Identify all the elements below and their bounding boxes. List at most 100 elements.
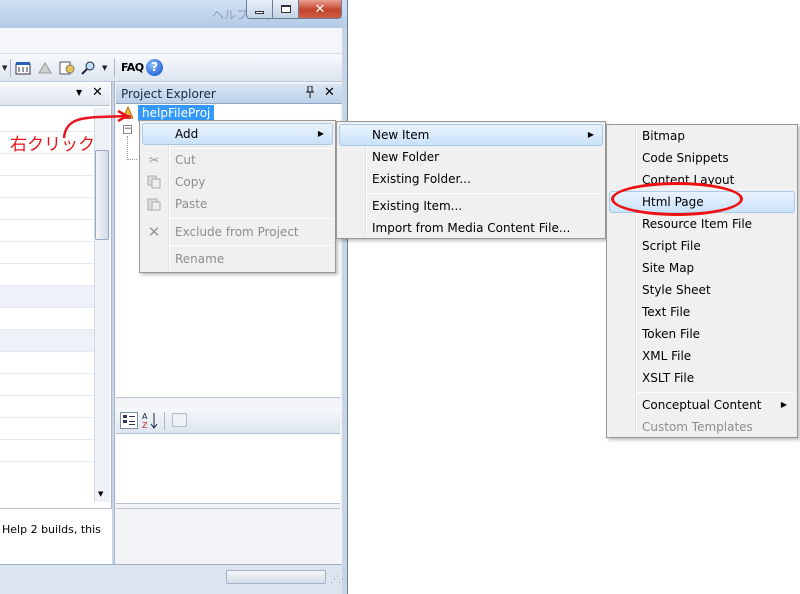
editor-pane-header: ▼ ✕: [0, 84, 110, 106]
scrollbar-thumb[interactable]: [95, 150, 109, 240]
x-icon: ✕: [147, 223, 161, 241]
menu-separator: [170, 245, 332, 246]
menu-item-existing-folder[interactable]: Existing Folder...: [339, 168, 603, 190]
minimize-button[interactable]: [246, 0, 273, 19]
pin-icon[interactable]: [306, 85, 314, 101]
resize-grip-icon[interactable]: ⋰⋰: [330, 575, 347, 585]
menu-item-label: Token File: [642, 327, 701, 341]
toolbar-separator: [10, 59, 11, 77]
menu-item-style-sheet[interactable]: Style Sheet: [609, 279, 795, 301]
menu-item-label: Rename: [175, 252, 225, 266]
menu-item-site-map[interactable]: Site Map: [609, 257, 795, 279]
editor-line: [0, 418, 94, 440]
scroll-down-icon[interactable]: ▼: [98, 490, 103, 498]
description-pane: Help 2 builds, this: [0, 508, 112, 564]
menu-item-code-snippets[interactable]: Code Snippets: [609, 147, 795, 169]
delete-icon[interactable]: [36, 60, 54, 76]
project-explorer-title: Project Explorer: [121, 87, 216, 101]
menu-item-label: Existing Folder...: [372, 172, 471, 186]
minimize-icon: [255, 10, 264, 14]
menu-item-label: New Item: [372, 128, 430, 142]
pane-close-icon[interactable]: ✕: [92, 85, 103, 100]
menu-item-bitmap[interactable]: Bitmap: [609, 125, 795, 147]
menu-item-rename[interactable]: Rename: [142, 248, 333, 270]
menu-item-token-file[interactable]: Token File: [609, 323, 795, 345]
menu-item-label: New Folder: [372, 150, 440, 164]
editor-line: [0, 440, 94, 462]
property-pages-icon[interactable]: [172, 413, 187, 427]
scissors-icon: ✂: [148, 153, 160, 167]
faq-button[interactable]: FAQ: [121, 61, 144, 74]
menu-item-label: Text File: [642, 305, 691, 319]
menu-item-new-folder[interactable]: New Folder: [339, 146, 603, 168]
paste-icon: [146, 196, 162, 212]
editor-line: [0, 154, 94, 176]
menu-item-add[interactable]: Add ▶: [142, 123, 333, 145]
menu-item-resource-item-file[interactable]: Resource Item File: [609, 213, 795, 235]
menu-item-script-file[interactable]: Script File: [609, 235, 795, 257]
menu-separator: [367, 193, 602, 194]
close-icon: ✕: [314, 1, 326, 17]
menu-item-existing-item[interactable]: Existing Item...: [339, 195, 603, 217]
menu-item-label: Custom Templates: [642, 420, 753, 434]
menu-item-label: Exclude from Project: [175, 225, 299, 239]
app-window: ヘルプ ファイル ✕ ▼ ▼ FAQ ? ▼ ✕: [0, 0, 348, 594]
menu-item-paste[interactable]: Paste: [142, 193, 333, 215]
menu-item-label: Existing Item...: [372, 199, 463, 213]
menu-item-label: Cut: [175, 153, 196, 167]
build-icon[interactable]: [14, 60, 32, 76]
menu-item-custom-templates[interactable]: Custom Templates: [609, 416, 795, 438]
editor-line: [0, 242, 94, 264]
properties-icon[interactable]: [58, 60, 76, 76]
submenu-arrow-icon: ▶: [587, 130, 594, 139]
properties-grid: [116, 434, 340, 504]
annotation-label: 右クリック: [10, 135, 95, 155]
maximize-button[interactable]: [272, 0, 299, 19]
editor-line: [0, 352, 94, 374]
editor-lines: [0, 110, 94, 490]
title-bar[interactable]: ヘルプ ファイル ✕: [0, 0, 347, 28]
menu-item-exclude[interactable]: ✕ Exclude from Project: [142, 221, 333, 243]
menu-item-xslt-file[interactable]: XSLT File: [609, 367, 795, 389]
alphabetical-icon[interactable]: AZ: [142, 411, 158, 431]
toolbar-separator: [114, 59, 115, 77]
horizontal-scrollbar[interactable]: [226, 570, 326, 584]
maximize-icon: [280, 5, 291, 13]
submenu-arrow-icon: ▶: [317, 129, 324, 138]
pane-dropdown-icon[interactable]: ▼: [76, 88, 82, 97]
editor-line: [0, 308, 94, 330]
close-button[interactable]: ✕: [298, 0, 342, 19]
submenu-arrow-icon: ▶: [780, 400, 787, 409]
menu-item-label: Copy: [175, 175, 206, 189]
find-icon[interactable]: [80, 60, 98, 76]
menu-item-label: Site Map: [642, 261, 695, 275]
menu-item-label: Code Snippets: [642, 151, 729, 165]
menu-item-cut[interactable]: ✂ Cut: [142, 149, 333, 171]
menu-item-label: Add: [175, 127, 199, 141]
add-submenu: New Item ▶ New Folder Existing Folder...…: [336, 121, 606, 239]
menu-item-conceptual-content[interactable]: Conceptual Content ▶: [609, 394, 795, 416]
context-menu: Add ▶ ✂ Cut Copy Paste ✕ Exclude from Pr…: [139, 120, 336, 273]
menu-item-label: Style Sheet: [642, 283, 711, 297]
svg-text:A: A: [142, 412, 148, 421]
copy-icon: [146, 174, 162, 190]
menu-item-import-media[interactable]: Import from Media Content File...: [339, 217, 603, 239]
find-dropdown-icon[interactable]: ▼: [102, 60, 107, 76]
categorized-icon[interactable]: [120, 412, 138, 429]
editor-line: [0, 198, 94, 220]
menu-item-copy[interactable]: Copy: [142, 171, 333, 193]
editor-line: [0, 374, 94, 396]
menu-item-label: XSLT File: [642, 371, 695, 385]
menu-item-label: Script File: [642, 239, 701, 253]
editor-line: [0, 396, 94, 418]
project-node[interactable]: helpFileProj: [138, 105, 215, 121]
menu-bar: [0, 28, 342, 54]
menu-item-new-item[interactable]: New Item ▶: [339, 124, 603, 146]
new-item-submenu: Bitmap Code Snippets Content Layout Html…: [606, 124, 798, 438]
help-icon[interactable]: ?: [146, 59, 163, 76]
menu-item-xml-file[interactable]: XML File: [609, 345, 795, 367]
dropdown-arrow-icon[interactable]: ▼: [2, 60, 7, 76]
close-icon[interactable]: ✕: [324, 85, 335, 100]
menu-item-text-file[interactable]: Text File: [609, 301, 795, 323]
svg-text:Z: Z: [142, 421, 148, 429]
